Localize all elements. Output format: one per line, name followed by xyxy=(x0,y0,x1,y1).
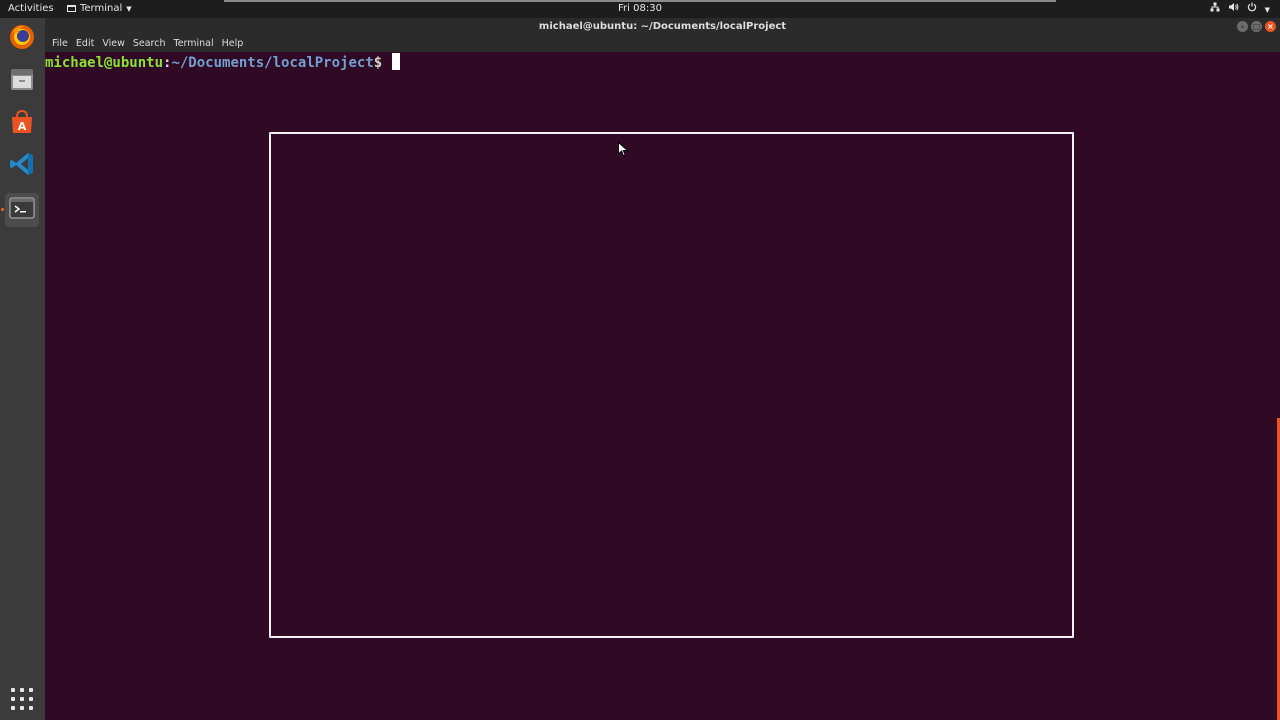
window-title: michael@ubuntu: ~/Documents/localProject xyxy=(538,21,787,32)
top-bar: Activities Terminal ▼ Fri 08:30 ▼ xyxy=(0,0,1280,18)
title-bar[interactable]: michael@ubuntu: ~/Documents/localProject… xyxy=(45,18,1280,36)
minimize-button[interactable]: – xyxy=(1237,21,1248,32)
dock-item-terminal[interactable] xyxy=(1,193,39,227)
firefox-icon xyxy=(8,23,36,55)
vscode-icon xyxy=(8,150,36,182)
system-menu[interactable]: ▼ xyxy=(1210,2,1270,17)
menu-edit[interactable]: Edit xyxy=(72,36,98,52)
running-indicator xyxy=(1,208,4,211)
network-icon xyxy=(1210,2,1220,17)
app-menu-button[interactable]: Terminal ▼ xyxy=(67,3,132,14)
caret-down-icon: ▼ xyxy=(126,4,132,13)
apps-grid-icon[interactable] xyxy=(11,688,33,710)
app-menu-label: Terminal xyxy=(80,3,123,14)
dock-item-firefox[interactable] xyxy=(5,22,39,56)
menu-view[interactable]: View xyxy=(98,36,129,52)
dock-item-vscode[interactable] xyxy=(5,149,39,183)
volume-icon xyxy=(1228,2,1239,17)
close-button[interactable]: × xyxy=(1265,21,1276,32)
activities-button[interactable]: Activities xyxy=(8,3,54,14)
dock: A xyxy=(0,18,45,720)
files-icon xyxy=(8,65,36,97)
scrollbar[interactable] xyxy=(1270,52,1280,720)
text-cursor xyxy=(391,53,400,70)
menu-help[interactable]: Help xyxy=(218,36,248,52)
prompt-path: ~/Documents/localProject xyxy=(171,55,374,71)
menu-bar: File Edit View Search Terminal Help xyxy=(45,36,1280,52)
selection-rectangle xyxy=(269,132,1074,638)
menu-terminal[interactable]: Terminal xyxy=(170,36,218,52)
menu-file[interactable]: File xyxy=(48,36,72,52)
prompt-dollar: $ xyxy=(373,55,391,71)
caret-down-icon: ▼ xyxy=(1264,5,1270,14)
window-icon xyxy=(67,5,76,12)
maximize-button[interactable]: □ xyxy=(1251,21,1262,32)
menu-search[interactable]: Search xyxy=(129,36,170,52)
power-icon xyxy=(1247,2,1257,17)
svg-text:A: A xyxy=(18,120,27,133)
window-controls: – □ × xyxy=(1237,21,1276,32)
dock-item-software[interactable]: A xyxy=(5,107,39,141)
dock-item-files[interactable] xyxy=(5,64,39,98)
prompt-line: michael@ubuntu:~/Documents/localProject$ xyxy=(45,52,400,74)
clock[interactable]: Fri 08:30 xyxy=(0,3,1280,14)
terminal-icon xyxy=(8,194,36,226)
top-progress-line xyxy=(224,0,1056,2)
prompt-user: michael@ubuntu xyxy=(45,55,164,71)
software-center-icon: A xyxy=(8,108,36,140)
